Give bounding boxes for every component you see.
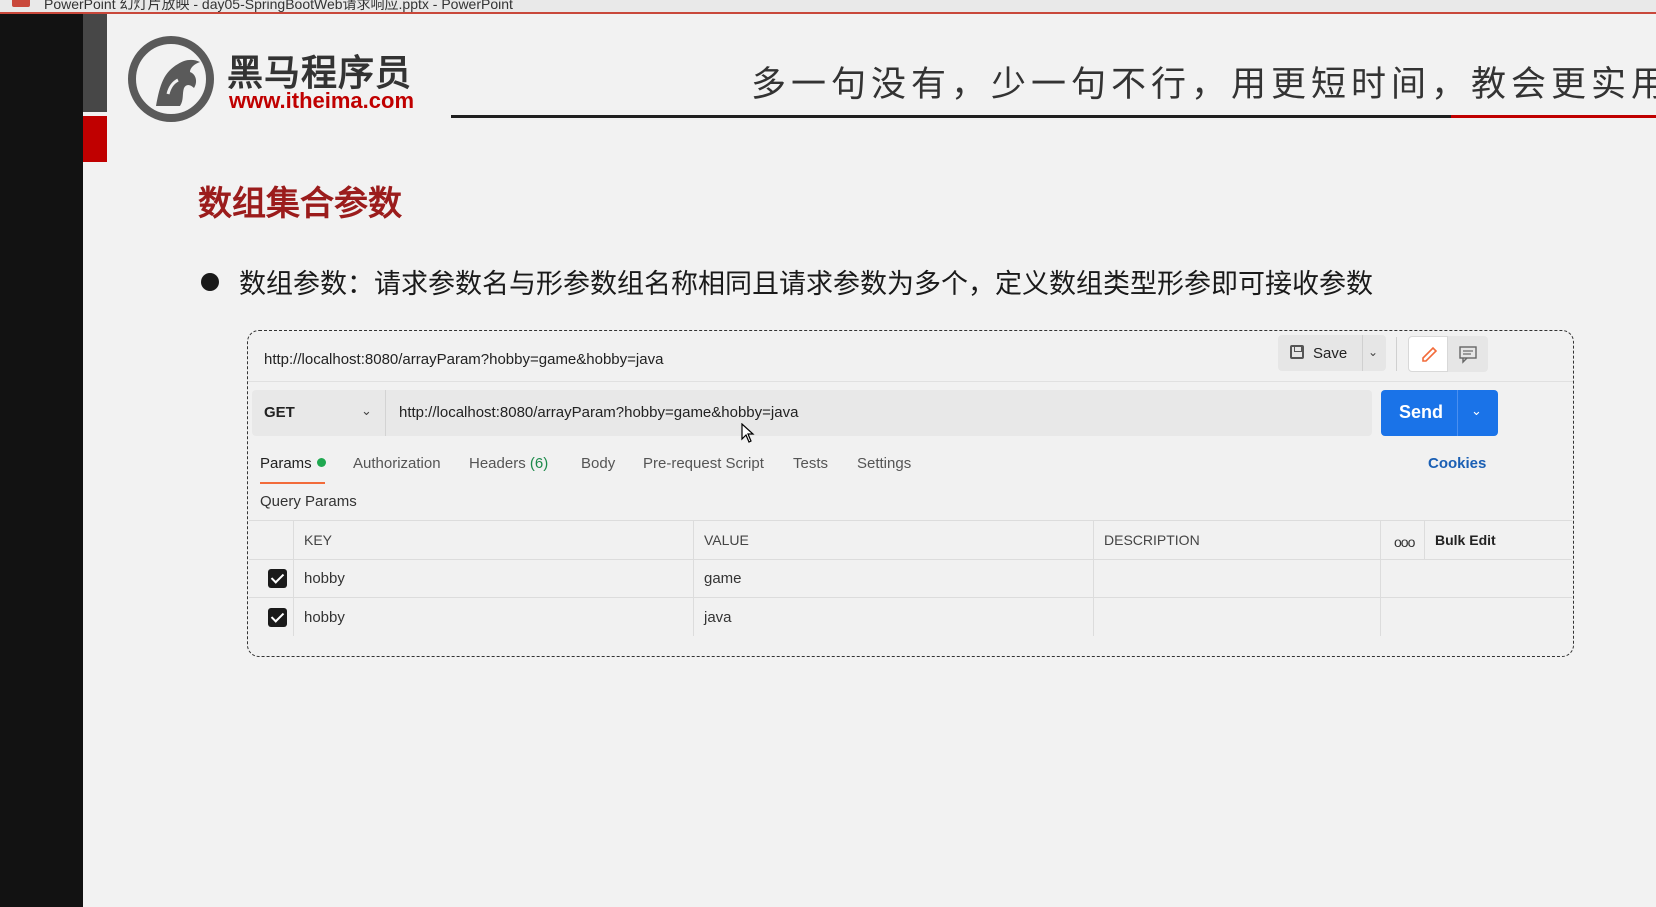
- param-key-field[interactable]: hobby: [294, 559, 694, 597]
- chevron-down-icon: ⌄: [361, 403, 372, 418]
- request-title: http://localhost:8080/arrayParam?hobby=g…: [264, 351, 664, 368]
- param-value-field[interactable]: game: [694, 559, 1094, 597]
- slogan: 多一句没有，少一句不行，用更短时间，教会更实用的: [751, 65, 1656, 105]
- table-header-row: KEY VALUE DESCRIPTION ooo Bulk Edit: [249, 521, 1572, 560]
- table-row: hobby java: [249, 598, 1572, 636]
- table-row: hobby game: [249, 559, 1572, 598]
- method-select[interactable]: GET ⌄: [252, 390, 386, 436]
- tab-headers[interactable]: Headers (6): [469, 455, 548, 472]
- save-button[interactable]: Save ⌄: [1278, 335, 1386, 371]
- row-checkbox[interactable]: [268, 608, 287, 627]
- header-divider-accent: [1451, 115, 1656, 118]
- tab-tests[interactable]: Tests: [793, 455, 828, 472]
- param-key: hobby: [304, 609, 345, 626]
- tab-pre-request-script[interactable]: Pre-request Script: [643, 455, 764, 472]
- tab-authorization[interactable]: Authorization: [353, 455, 441, 472]
- header-value-label: VALUE: [704, 532, 749, 548]
- save-divider: [1362, 335, 1363, 371]
- toolbar-separator: [1396, 337, 1397, 371]
- param-key-field[interactable]: hobby: [294, 598, 694, 636]
- more-icon: ooo: [1394, 534, 1415, 550]
- save-icon: [1290, 345, 1304, 359]
- row-spacer-end: [1425, 559, 1572, 597]
- row-checkbox-cell: [249, 559, 294, 597]
- params-table: KEY VALUE DESCRIPTION ooo Bulk Edit hobb…: [249, 520, 1572, 638]
- send-button[interactable]: Send ⌄: [1381, 390, 1498, 436]
- row-spacer: [1381, 598, 1425, 636]
- slide-side-bar-dark: [83, 14, 107, 112]
- active-tab-underline: [260, 482, 325, 484]
- bulk-edit-button[interactable]: Bulk Edit: [1425, 521, 1572, 559]
- url-input[interactable]: http://localhost:8080/arrayParam?hobby=g…: [399, 404, 798, 421]
- send-divider: [1457, 390, 1458, 436]
- header-checkbox-cell: [249, 521, 294, 559]
- horse-icon: [156, 59, 200, 106]
- param-value: java: [704, 609, 732, 626]
- postman-request-panel: http://localhost:8080/arrayParam?hobby=g…: [247, 330, 1574, 657]
- header-key-label: KEY: [304, 532, 333, 548]
- request-tabs: Params Authorization Headers (6) Body Pr…: [260, 455, 1490, 485]
- row-checkbox-cell: [249, 598, 294, 636]
- param-description-field[interactable]: [1094, 598, 1381, 636]
- header-description-label: DESCRIPTION: [1104, 532, 1200, 548]
- bullet-icon: [201, 273, 219, 291]
- powerpoint-icon: [12, 0, 30, 7]
- send-label: Send: [1399, 402, 1444, 422]
- header-key: KEY: [294, 521, 694, 559]
- row-checkbox[interactable]: [268, 569, 287, 588]
- screen-left-border: [0, 14, 83, 907]
- slide-side-bar-red: [83, 116, 107, 162]
- param-value: game: [704, 570, 742, 587]
- param-key: hobby: [304, 570, 345, 587]
- brand-url: www.itheima.com: [229, 88, 415, 113]
- mouse-cursor-icon: [741, 423, 755, 443]
- window-title: PowerPoint 幻灯片放映 - day05-SpringBootWeb请求…: [44, 0, 513, 12]
- header-separator: [248, 381, 1573, 382]
- window-titlebar: PowerPoint 幻灯片放映 - day05-SpringBootWeb请求…: [0, 0, 1656, 14]
- pencil-icon: [1422, 346, 1438, 362]
- tab-headers-count: (6): [529, 455, 549, 472]
- param-value-field[interactable]: java: [694, 598, 1094, 636]
- tab-params[interactable]: Params: [260, 455, 326, 484]
- tab-params-label: Params: [260, 455, 312, 472]
- bullet-text: 数组参数：请求参数名与形参数组名称相同且请求参数为多个，定义数组类型形参即可接收…: [239, 269, 1373, 299]
- edit-button[interactable]: [1408, 336, 1448, 372]
- comment-icon: [1459, 346, 1477, 364]
- params-active-dot-icon: [316, 458, 326, 467]
- header-value: VALUE: [694, 521, 1094, 559]
- tab-settings[interactable]: Settings: [857, 455, 911, 472]
- slide: 黑马程序员 www.itheima.com 多一句没有，少一句不行，用更短时间，…: [83, 14, 1656, 907]
- row-spacer-end: [1425, 598, 1572, 636]
- request-bar: GET ⌄ http://localhost:8080/arrayParam?h…: [252, 390, 1372, 443]
- save-label: Save: [1313, 345, 1348, 362]
- more-options-button[interactable]: ooo: [1381, 521, 1425, 559]
- save-dropdown-chevron-icon[interactable]: ⌄: [1368, 345, 1378, 359]
- comments-button[interactable]: [1448, 336, 1488, 372]
- row-spacer: [1381, 559, 1425, 597]
- send-dropdown-chevron-icon[interactable]: ⌄: [1471, 403, 1482, 419]
- slide-heading: 数组集合参数: [198, 185, 402, 223]
- brand-logo-icon: [128, 36, 214, 122]
- header-description: DESCRIPTION: [1094, 521, 1381, 559]
- bulk-edit-label: Bulk Edit: [1435, 532, 1496, 548]
- method-label: GET: [264, 404, 295, 421]
- tab-body[interactable]: Body: [581, 455, 615, 472]
- param-description-field[interactable]: [1094, 559, 1381, 597]
- tab-headers-label: Headers: [469, 455, 526, 472]
- query-params-label: Query Params: [260, 493, 357, 510]
- cookies-link[interactable]: Cookies: [1428, 455, 1486, 472]
